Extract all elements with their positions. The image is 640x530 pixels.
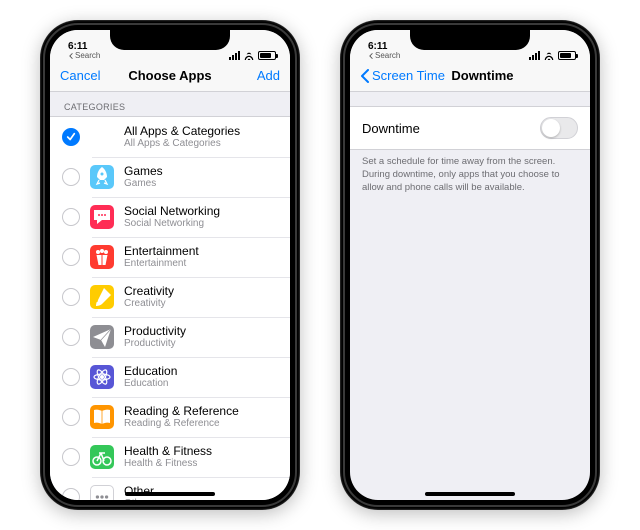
category-row[interactable]: Social NetworkingSocial Networking <box>50 197 290 237</box>
chat-icon <box>90 205 114 229</box>
bike-icon <box>90 445 114 469</box>
back-button[interactable]: Screen Time <box>360 68 445 83</box>
book-icon <box>90 405 114 429</box>
radio-unchecked-icon[interactable] <box>62 368 80 386</box>
category-subtitle: Productivity <box>124 338 186 350</box>
category-list: All Apps & CategoriesAll Apps & Categori… <box>50 116 290 500</box>
screen: 6:11 Search Cancel Choose Apps Add Categ… <box>50 30 290 500</box>
category-row[interactable]: EducationEducation <box>50 357 290 397</box>
rocket-icon <box>90 165 114 189</box>
category-subtitle: Education <box>124 378 177 390</box>
category-row[interactable]: All Apps & CategoriesAll Apps & Categori… <box>50 117 290 157</box>
nav-title: Downtime <box>451 68 513 83</box>
cellular-signal-icon <box>229 51 240 60</box>
downtime-switch[interactable] <box>540 117 578 139</box>
popcorn-icon <box>90 245 114 269</box>
category-row[interactable]: GamesGames <box>50 157 290 197</box>
battery-icon <box>558 51 576 60</box>
downtime-label: Downtime <box>362 121 420 136</box>
radio-unchecked-icon[interactable] <box>62 448 80 466</box>
radio-unchecked-icon[interactable] <box>62 288 80 306</box>
atom-icon <box>90 365 114 389</box>
iphone-right: 6:11 Search Screen Time <box>340 20 600 510</box>
category-row[interactable]: ProductivityProductivity <box>50 317 290 357</box>
radio-unchecked-icon[interactable] <box>62 208 80 226</box>
downtime-toggle-row[interactable]: Downtime <box>350 106 590 150</box>
category-title: Social Networking <box>124 204 220 218</box>
cellular-signal-icon <box>529 51 540 60</box>
paperplane-icon <box>90 325 114 349</box>
category-subtitle: Reading & Reference <box>124 418 239 430</box>
category-title: Creativity <box>124 284 174 298</box>
status-back-to-app[interactable]: Search <box>68 52 100 60</box>
wifi-icon <box>543 51 555 60</box>
category-subtitle: Entertainment <box>124 258 199 270</box>
category-subtitle: Health & Fitness <box>124 458 212 470</box>
category-title: Games <box>124 164 163 178</box>
dots-icon <box>90 485 114 500</box>
content-scroll[interactable]: Downtime Set a schedule for time away fr… <box>350 92 590 500</box>
category-labels: Social NetworkingSocial Networking <box>124 204 220 230</box>
category-subtitle: Social Networking <box>124 218 220 230</box>
battery-icon <box>258 51 276 60</box>
category-title: Education <box>124 364 177 378</box>
category-row[interactable]: CreativityCreativity <box>50 277 290 317</box>
category-labels: Health & FitnessHealth & Fitness <box>124 444 212 470</box>
chevron-left-icon <box>360 69 370 83</box>
nav-bar: Screen Time Downtime <box>350 60 590 92</box>
category-row[interactable]: EntertainmentEntertainment <box>50 237 290 277</box>
category-title: All Apps & Categories <box>124 124 240 138</box>
category-subtitle: Other <box>124 498 154 500</box>
nav-bar: Cancel Choose Apps Add <box>50 60 290 92</box>
category-labels: ProductivityProductivity <box>124 324 186 350</box>
radio-unchecked-icon[interactable] <box>62 168 80 186</box>
category-labels: GamesGames <box>124 164 163 190</box>
home-indicator[interactable] <box>125 492 215 496</box>
screen: 6:11 Search Screen Time <box>350 30 590 500</box>
category-labels: All Apps & CategoriesAll Apps & Categori… <box>124 124 240 150</box>
brush-icon <box>90 285 114 309</box>
category-title: Other <box>124 484 154 498</box>
radio-unchecked-icon[interactable] <box>62 328 80 346</box>
add-button[interactable]: Add <box>220 68 280 83</box>
cancel-button[interactable]: Cancel <box>60 68 120 83</box>
radio-unchecked-icon[interactable] <box>62 248 80 266</box>
category-subtitle: All Apps & Categories <box>124 138 240 150</box>
radio-unchecked-icon[interactable] <box>62 488 80 500</box>
category-labels: EducationEducation <box>124 364 177 390</box>
downtime-footer-text: Set a schedule for time away from the sc… <box>350 150 590 200</box>
nav-title: Choose Apps <box>128 68 211 83</box>
section-header-categories: Categories <box>50 92 290 116</box>
category-subtitle: Games <box>124 178 163 190</box>
notch <box>110 30 230 50</box>
status-back-to-app[interactable]: Search <box>368 52 400 60</box>
category-labels: Reading & ReferenceReading & Reference <box>124 404 239 430</box>
back-label: Screen Time <box>372 68 445 83</box>
category-subtitle: Creativity <box>124 298 174 310</box>
chevron-left-icon <box>368 53 374 59</box>
chevron-left-icon <box>68 53 74 59</box>
category-title: Productivity <box>124 324 186 338</box>
category-row[interactable]: Health & FitnessHealth & Fitness <box>50 437 290 477</box>
category-row[interactable]: Reading & ReferenceReading & Reference <box>50 397 290 437</box>
category-labels: CreativityCreativity <box>124 284 174 310</box>
home-indicator[interactable] <box>425 492 515 496</box>
notch <box>410 30 530 50</box>
wifi-icon <box>243 51 255 60</box>
category-title: Entertainment <box>124 244 199 258</box>
category-title: Reading & Reference <box>124 404 239 418</box>
iphone-left: 6:11 Search Cancel Choose Apps Add Categ… <box>40 20 300 510</box>
radio-checked-icon[interactable] <box>62 128 80 146</box>
radio-unchecked-icon[interactable] <box>62 408 80 426</box>
content-scroll[interactable]: Categories All Apps & CategoriesAll Apps… <box>50 92 290 500</box>
category-labels: EntertainmentEntertainment <box>124 244 199 270</box>
category-row[interactable]: OtherOther <box>50 477 290 500</box>
category-title: Health & Fitness <box>124 444 212 458</box>
